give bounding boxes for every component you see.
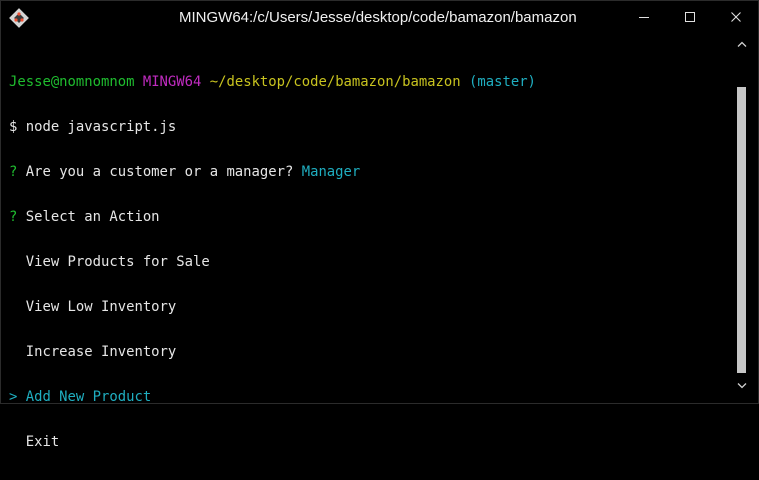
terminal-window: MINGW64:/c/Users/Jesse/desktop/code/bama…	[0, 0, 759, 450]
minimize-icon	[639, 17, 649, 18]
question-answer: Manager	[301, 164, 361, 180]
selection-pointer: >	[9, 389, 26, 405]
git-bash-diamond-icon	[9, 8, 29, 28]
question-text: Are you a customer or a manager?	[17, 164, 302, 180]
menu-option-view-products[interactable]: View Products for Sale	[9, 255, 729, 270]
option-prefix	[9, 254, 26, 270]
option-prefix	[9, 299, 26, 315]
maximize-icon	[685, 12, 695, 22]
option-label: View Low Inventory	[25, 299, 177, 315]
prompt-path: ~/desktop/code/bamazon/bamazon	[209, 74, 461, 90]
option-label: View Products for Sale	[25, 254, 210, 270]
menu-option-add-new-product[interactable]: > Add New Product	[9, 390, 729, 405]
title-bar[interactable]: MINGW64:/c/Users/Jesse/desktop/code/bama…	[1, 1, 758, 35]
question-select-action: ? Select an Action	[9, 210, 729, 225]
menu-option-increase-inventory[interactable]: Increase Inventory	[9, 345, 729, 360]
prompt-user-host: Jesse@nomnomnom	[9, 74, 135, 90]
option-label: Add New Product	[25, 389, 152, 405]
question-text: Select an Action	[17, 209, 160, 225]
scroll-up-button[interactable]	[736, 37, 748, 51]
menu-option-view-low-inventory[interactable]: View Low Inventory	[9, 300, 729, 315]
question-customer-manager: ? Are you a customer or a manager? Manag…	[9, 165, 729, 180]
option-label: Exit	[25, 434, 60, 450]
chevron-down-icon	[737, 383, 747, 389]
maximize-button[interactable]	[667, 1, 713, 33]
menu-option-exit[interactable]: Exit	[9, 435, 729, 450]
command-line: $ node javascript.js	[9, 119, 177, 135]
scrollbar-thumb[interactable]	[737, 87, 746, 373]
scroll-down-button[interactable]	[736, 379, 748, 393]
vertical-scrollbar[interactable]	[735, 35, 749, 397]
window-title: MINGW64:/c/Users/Jesse/desktop/code/bama…	[179, 9, 577, 26]
prompt-branch: (master)	[469, 74, 536, 90]
option-prefix	[9, 434, 26, 450]
prompt-line: Jesse@nomnomnom MINGW64 ~/desktop/code/b…	[9, 75, 729, 90]
close-icon	[731, 12, 741, 22]
close-button[interactable]	[713, 1, 759, 33]
option-prefix	[9, 344, 26, 360]
chevron-up-icon	[737, 41, 747, 47]
terminal-output[interactable]: Jesse@nomnomnom MINGW64 ~/desktop/code/b…	[9, 45, 729, 450]
prompt-env: MINGW64	[142, 74, 202, 90]
option-label: Increase Inventory	[25, 344, 177, 360]
minimize-button[interactable]	[621, 1, 667, 33]
